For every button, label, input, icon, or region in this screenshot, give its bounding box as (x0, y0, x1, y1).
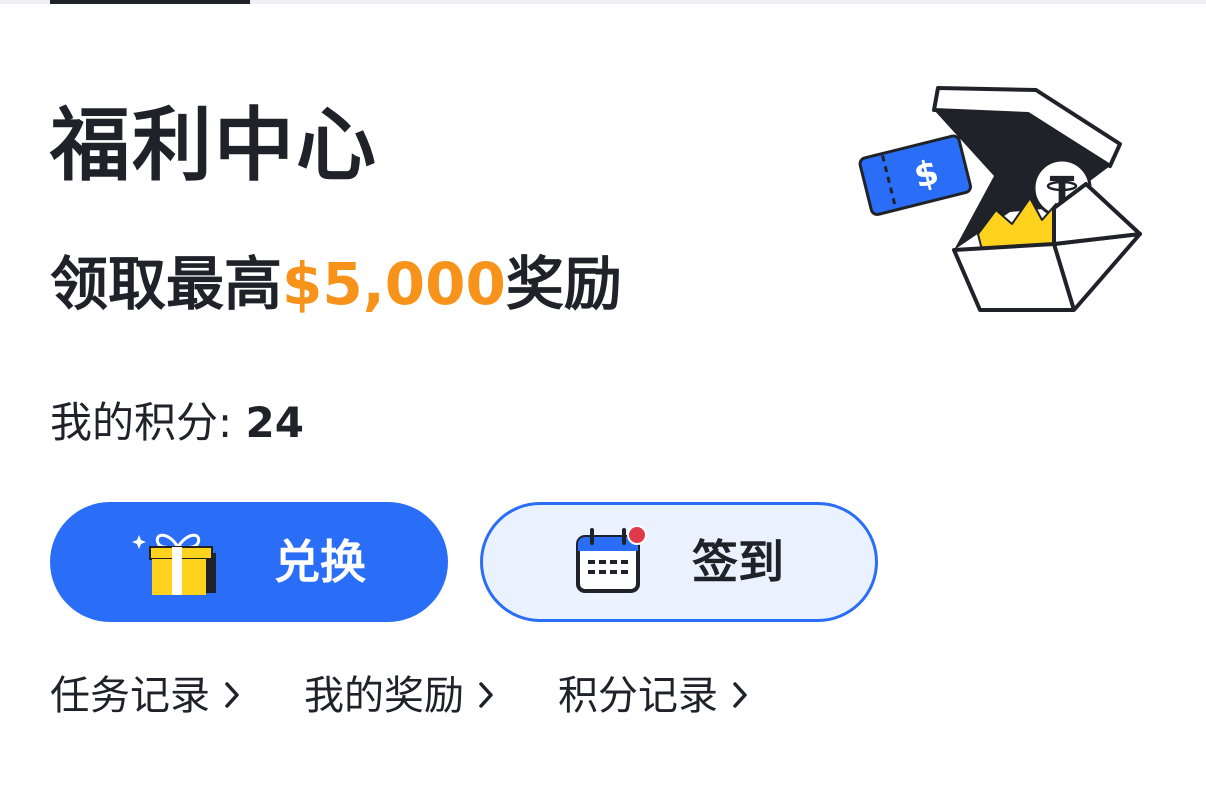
chevron-right-icon (224, 668, 240, 724)
checkin-label: 签到 (692, 535, 784, 589)
link-label: 我的奖励 (304, 673, 464, 719)
link-points-records[interactable]: 积分记录 (558, 668, 748, 724)
max-reward-amount: $5,000 (282, 250, 506, 318)
calendar-icon (574, 525, 650, 599)
subtitle-prefix: 领取最高 (50, 250, 283, 318)
page-title: 福利中心 (50, 99, 378, 192)
subtitle-suffix: 奖励 (505, 250, 622, 318)
chevron-right-icon (732, 668, 748, 724)
points-value: 24 (245, 398, 304, 447)
gift-icon (132, 523, 224, 601)
redeem-label: 兑换 (274, 535, 366, 589)
treasure-box-illustration: T $ (858, 84, 1148, 316)
chevron-right-icon (478, 668, 494, 724)
link-label: 任务记录 (50, 673, 210, 719)
redeem-button[interactable]: 兑换 (50, 502, 448, 622)
reward-subtitle: 领取最高$5,000奖励 (50, 248, 622, 320)
checkin-button[interactable]: 签到 (480, 502, 878, 622)
active-tab-indicator (50, 0, 250, 4)
record-links: 任务记录 我的奖励 积分记录 (50, 668, 748, 724)
link-task-records[interactable]: 任务记录 (50, 668, 240, 724)
link-label: 积分记录 (558, 673, 718, 719)
points-label: 我的积分: (50, 398, 233, 447)
link-my-rewards[interactable]: 我的奖励 (304, 668, 494, 724)
my-points: 我的积分: 24 (50, 395, 304, 451)
